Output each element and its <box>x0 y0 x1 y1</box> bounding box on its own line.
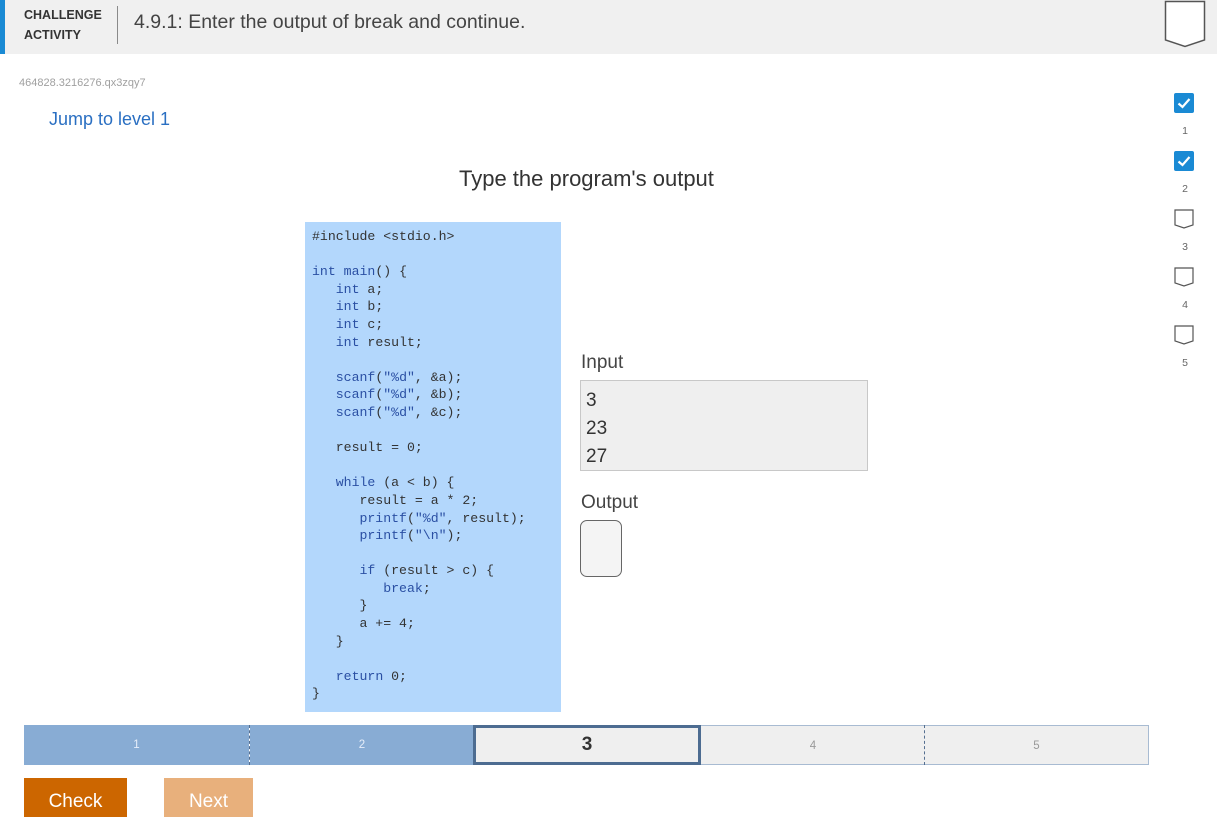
code-line: if (result > c) { <box>312 563 494 578</box>
input-value: 27 <box>586 443 862 471</box>
level-segment-5[interactable]: 5 <box>925 725 1149 765</box>
code-line: #include <stdio.h> <box>312 229 454 244</box>
code-block: #include <stdio.h> int main() { int a; i… <box>305 222 561 712</box>
output-label: Output <box>581 492 638 514</box>
code-line: } <box>312 686 320 701</box>
next-button[interactable]: Next <box>164 778 253 817</box>
code-line: a += 4; <box>312 616 415 631</box>
input-value: 3 <box>586 387 862 415</box>
activity-id: 464828.3216276.qx3zqy7 <box>19 77 146 89</box>
activity-type-line2: ACTIVITY <box>24 25 102 45</box>
activity-header: CHALLENGE ACTIVITY 4.9.1: Enter the outp… <box>0 0 1217 54</box>
level-progress-bar: 1 2 3 4 5 <box>24 725 1149 765</box>
progress-step-number: 4 <box>1172 299 1198 311</box>
activity-title: 4.9.1: Enter the output of break and con… <box>134 11 525 34</box>
program-code: #include <stdio.h> int main() { int a; i… <box>312 228 526 703</box>
checkmark-icon <box>1174 151 1194 171</box>
header-accent-bar <box>0 0 5 54</box>
progress-step-number: 5 <box>1172 357 1198 369</box>
jump-to-level-link[interactable]: Jump to level 1 <box>49 109 170 130</box>
code-line: break; <box>312 581 431 596</box>
code-line: while (a < b) { <box>312 475 454 490</box>
progress-step-number: 2 <box>1172 183 1198 195</box>
code-line: scanf("%d", &c); <box>312 405 462 420</box>
code-line: } <box>312 598 367 613</box>
code-line: int main() { <box>312 264 407 279</box>
code-line: printf("%d", result); <box>312 511 526 526</box>
code-line: scanf("%d", &a); <box>312 370 462 385</box>
code-line: } <box>312 634 344 649</box>
instructions-heading: Type the program's output <box>459 166 714 192</box>
header-divider <box>117 6 118 44</box>
level-segment-2[interactable]: 2 <box>250 725 474 765</box>
code-line: int b; <box>312 299 383 314</box>
level-segment-4[interactable]: 4 <box>701 725 925 765</box>
code-line: int a; <box>312 282 383 297</box>
check-button[interactable]: Check <box>24 778 127 817</box>
input-label: Input <box>581 352 623 374</box>
activity-type-line1: CHALLENGE <box>24 5 102 25</box>
input-values-box: 3 23 27 <box>580 380 868 471</box>
code-line: result = a * 2; <box>312 493 478 508</box>
input-value: 23 <box>586 415 862 443</box>
code-line: result = 0; <box>312 440 423 455</box>
code-line: printf("\n"); <box>312 528 462 543</box>
completion-badge-icon <box>1164 0 1206 48</box>
activity-type-label: CHALLENGE ACTIVITY <box>24 5 102 45</box>
empty-badge-icon <box>1174 209 1194 229</box>
progress-step-number: 1 <box>1172 125 1198 137</box>
progress-step-number: 3 <box>1172 241 1198 253</box>
code-line: int result; <box>312 335 423 350</box>
empty-badge-icon <box>1174 267 1194 287</box>
level-segment-3-current[interactable]: 3 <box>473 725 701 765</box>
empty-badge-icon <box>1174 325 1194 345</box>
code-line: int c; <box>312 317 383 332</box>
code-line: scanf("%d", &b); <box>312 387 462 402</box>
checkmark-icon <box>1174 93 1194 113</box>
output-textarea[interactable] <box>580 520 622 577</box>
code-line: return 0; <box>312 669 407 684</box>
level-segment-1[interactable]: 1 <box>24 725 249 765</box>
